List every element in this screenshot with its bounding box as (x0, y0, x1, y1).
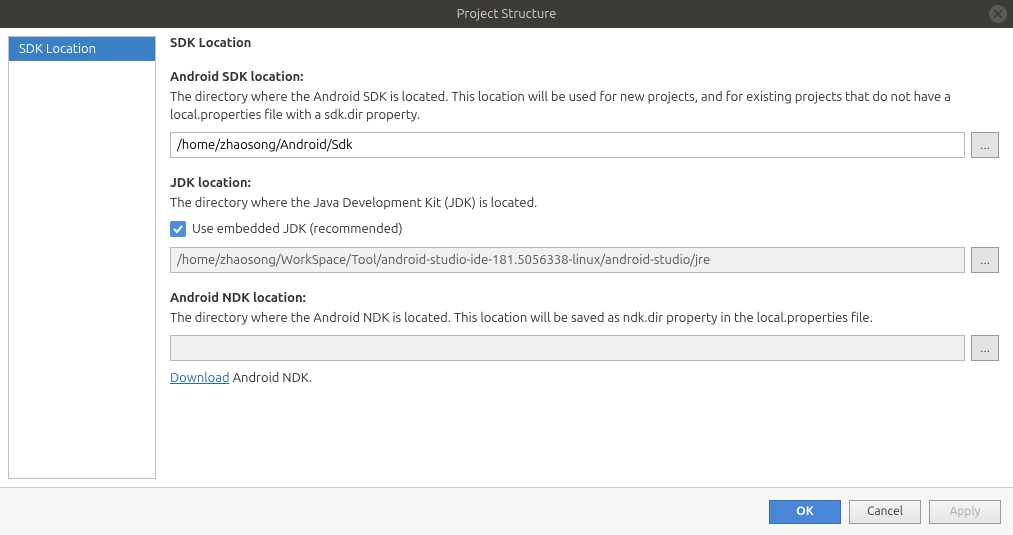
jdk-desc: The directory where the Java Development… (170, 194, 999, 212)
sdk-location-input[interactable] (170, 132, 965, 158)
window-title: Project Structure (457, 7, 557, 21)
download-ndk-suffix: Android NDK. (230, 371, 313, 385)
sdk-section: Android SDK location: The directory wher… (170, 70, 999, 158)
sdk-browse-button[interactable]: ... (971, 132, 999, 158)
main-panel: SDK Location Android SDK location: The d… (170, 36, 1005, 479)
sidebar-item-label: SDK Location (19, 42, 96, 56)
close-icon (993, 9, 1003, 19)
ok-button[interactable]: OK (769, 500, 841, 524)
ndk-download-row: Download Android NDK. (170, 371, 999, 385)
jdk-browse-button[interactable]: ... (971, 247, 999, 273)
apply-button[interactable]: Apply (929, 500, 1001, 524)
close-button[interactable] (989, 5, 1007, 23)
ndk-location-input[interactable] (170, 335, 965, 361)
ndk-browse-button[interactable]: ... (971, 335, 999, 361)
ndk-desc: The directory where the Android NDK is l… (170, 309, 999, 327)
use-embedded-jdk-label: Use embedded JDK (recommended) (192, 222, 403, 236)
jdk-label: JDK location: (170, 176, 999, 190)
jdk-location-input[interactable] (170, 247, 965, 273)
checkmark-icon (172, 223, 184, 235)
dialog-content: SDK Location SDK Location Android SDK lo… (0, 28, 1013, 488)
sidebar-item-sdk-location[interactable]: SDK Location (9, 37, 155, 61)
ndk-label: Android NDK location: (170, 291, 999, 305)
sidebar: SDK Location (8, 36, 156, 479)
jdk-section: JDK location: The directory where the Ja… (170, 176, 999, 272)
sdk-label: Android SDK location: (170, 70, 999, 84)
cancel-button[interactable]: Cancel (849, 500, 921, 524)
window-titlebar: Project Structure (0, 0, 1013, 28)
download-ndk-link[interactable]: Download (170, 371, 230, 385)
page-title: SDK Location (170, 36, 999, 50)
ndk-section: Android NDK location: The directory wher… (170, 291, 999, 385)
dialog-footer: OK Cancel Apply (0, 488, 1013, 535)
sdk-desc: The directory where the Android SDK is l… (170, 88, 999, 124)
use-embedded-jdk-checkbox[interactable] (170, 221, 186, 237)
